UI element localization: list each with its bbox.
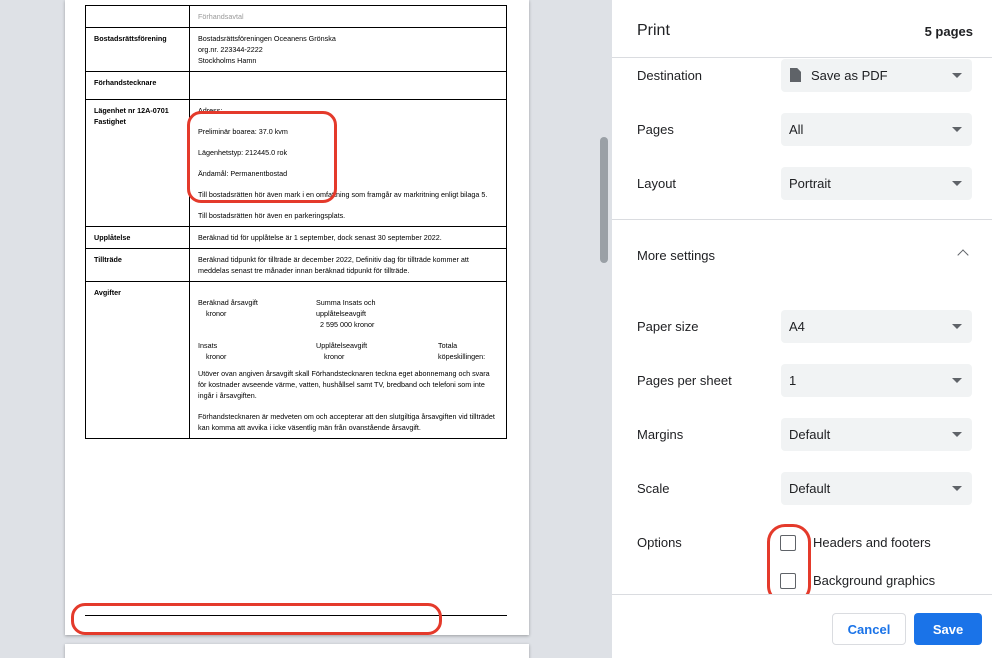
pages-select[interactable]: All xyxy=(781,113,972,146)
preview-page-next xyxy=(65,644,529,658)
destination-value: Save as PDF xyxy=(811,68,888,83)
annotation-ring-apartment-info xyxy=(187,111,337,203)
document-icon xyxy=(790,68,801,82)
dropdown-arrow-icon xyxy=(952,378,962,383)
fee-grid: Insats kronor Upplåtelseavgift kronor To… xyxy=(198,340,498,362)
dropdown-arrow-icon xyxy=(952,432,962,437)
total-label-2: köpeskillingen: xyxy=(438,352,486,361)
annotation-ring-footer xyxy=(71,603,442,635)
sum-insats-label-1: Summa Insats och xyxy=(316,298,376,307)
annual-fee-unit: kronor xyxy=(206,309,227,318)
grant-label: Upplåtelse xyxy=(85,226,190,249)
pages-per-sheet-value: 1 xyxy=(789,373,797,388)
print-preview: Förhandsavtal Bostadsrättsförening Bosta… xyxy=(0,0,612,658)
preview-page: Förhandsavtal Bostadsrättsförening Bosta… xyxy=(65,0,529,635)
contract-table: Förhandsavtal Bostadsrättsförening Bosta… xyxy=(85,5,507,439)
grant-fee-label: Upplåtelseavgift xyxy=(316,341,368,350)
paper-size-label: Paper size xyxy=(637,319,699,334)
cancel-button[interactable]: Cancel xyxy=(832,613,906,645)
layout-label: Layout xyxy=(637,176,677,191)
options-label: Options xyxy=(637,535,682,550)
paper-size-value: A4 xyxy=(789,319,805,334)
layout-value: Portrait xyxy=(789,176,831,191)
sum-insats-label-2: upplåtelseavgift xyxy=(316,309,366,318)
apartment-label: Lägenhet nr 12A-0701 xyxy=(94,106,169,115)
pages-value: All xyxy=(789,122,804,137)
dropdown-arrow-icon xyxy=(952,127,962,132)
scale-select[interactable]: Default xyxy=(781,472,972,505)
more-settings-toggle[interactable]: More settings xyxy=(612,226,992,284)
paper-size-select[interactable]: A4 xyxy=(781,310,972,343)
dropdown-arrow-icon xyxy=(952,324,962,329)
subscriber-label: Förhandstecknare xyxy=(85,71,190,100)
table-row: Bostadsrättsförening Bostadsrättsförenin… xyxy=(85,27,507,72)
total-label-1: Totala xyxy=(438,341,458,350)
margins-label: Margins xyxy=(637,427,684,442)
table-row: Förhandstecknare xyxy=(85,71,507,100)
chevron-up-icon xyxy=(957,249,969,261)
table-row: Avgifter Beräknad årsavgift kronor Summa… xyxy=(85,281,507,439)
fee-grid: Beräknad årsavgift kronor Summa Insats o… xyxy=(198,297,498,330)
destination-select[interactable]: Save as PDF xyxy=(781,59,972,92)
dropdown-arrow-icon xyxy=(952,181,962,186)
divider xyxy=(612,219,992,220)
panel-title: Print xyxy=(637,22,670,39)
save-button[interactable]: Save xyxy=(914,613,982,645)
dropdown-arrow-icon xyxy=(952,486,962,491)
association-location: Stockholms Hamn xyxy=(198,56,257,65)
property-label: Fastighet xyxy=(94,117,126,126)
association-name: Bostadsrättsföreningen Oceanens Grönska xyxy=(198,34,336,43)
grant-text: Beräknad tid för upplåtelse är 1 septemb… xyxy=(189,226,507,249)
association-label: Bostadsrättsförening xyxy=(85,27,190,72)
headers-footers-label[interactable]: Headers and footers xyxy=(813,535,931,550)
pages-label: Pages xyxy=(637,122,674,137)
panel-header: Print 5 pages xyxy=(612,0,992,58)
header-note: Förhandsavtal xyxy=(198,12,244,21)
table-row: Förhandsavtal xyxy=(85,5,507,28)
page-count: 5 pages xyxy=(924,24,973,39)
margins-select[interactable]: Default xyxy=(781,418,972,451)
panel-footer: Cancel Save xyxy=(612,594,992,658)
insats-label: Insats xyxy=(198,341,218,350)
more-settings-label: More settings xyxy=(637,248,716,263)
access-text: Beräknad tidpunkt för tillträde är decem… xyxy=(189,248,507,282)
dropdown-arrow-icon xyxy=(952,73,962,78)
parking-note: Till bostadsrätten hör även en parkering… xyxy=(198,211,346,220)
insats-unit: kronor xyxy=(206,352,227,361)
background-graphics-label[interactable]: Background graphics xyxy=(813,573,935,588)
margins-value: Default xyxy=(789,427,831,442)
annual-fee-label: Beräknad årsavgift xyxy=(198,298,258,307)
table-row: Upplåtelse Beräknad tid för upplåtelse ä… xyxy=(85,226,507,249)
fees-paragraph-2: Förhandstecknaren är medveten om och acc… xyxy=(198,412,495,432)
preview-scrollbar-thumb[interactable] xyxy=(600,137,608,263)
fees-label: Avgifter xyxy=(85,281,190,439)
scale-value: Default xyxy=(789,481,831,496)
association-orgnr: org.nr. 223344-2222 xyxy=(198,45,263,54)
sum-insats-value: 2 595 000 kronor xyxy=(320,320,375,329)
table-row: Tillträde Beräknad tidpunkt för tillträd… xyxy=(85,248,507,282)
print-settings-panel: Print 5 pages Destination Save as PDF Pa… xyxy=(612,0,992,658)
destination-label: Destination xyxy=(637,68,703,83)
layout-select[interactable]: Portrait xyxy=(781,167,972,200)
scale-label: Scale xyxy=(637,481,670,496)
pages-per-sheet-label: Pages per sheet xyxy=(637,373,732,388)
settings-list: Destination Save as PDF Pages All Layout… xyxy=(612,58,992,594)
grant-fee-unit: kronor xyxy=(324,352,345,361)
fees-paragraph-1: Utöver ovan angiven årsavgift skall Förh… xyxy=(198,369,490,400)
pages-per-sheet-select[interactable]: 1 xyxy=(781,364,972,397)
annotation-ring-checkboxes xyxy=(767,524,811,594)
access-label: Tillträde xyxy=(85,248,190,282)
